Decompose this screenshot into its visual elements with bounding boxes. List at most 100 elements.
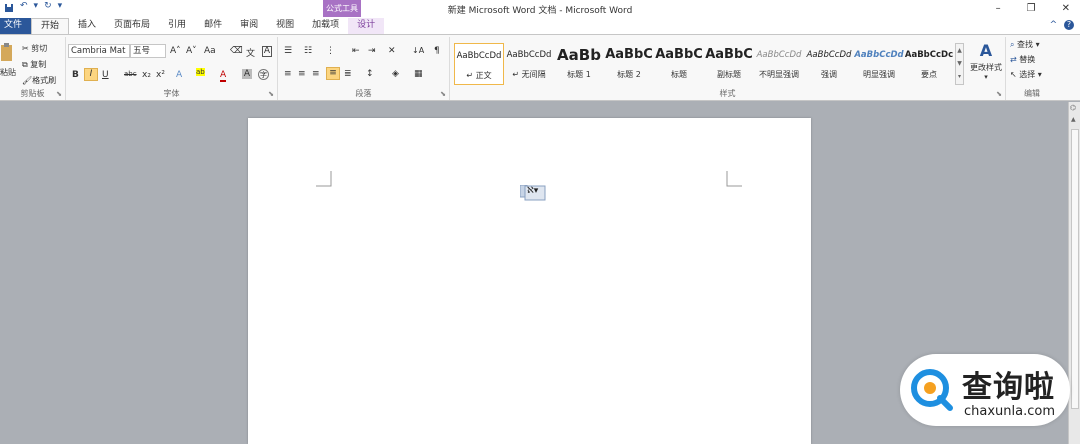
shading-icon[interactable]: ◈ [392,69,399,79]
style-sample: AaBbCcDc [904,50,954,60]
styles-launcher-icon[interactable]: ⬊ [996,90,1002,98]
style-heading-2[interactable]: AaBbC 标题 2 [604,43,654,85]
char-border-icon[interactable]: A [262,46,272,57]
numbering-icon[interactable]: ☷ [304,46,312,56]
decrease-indent-icon[interactable]: ⇤ [352,46,360,56]
restore-button[interactable]: ❐ [1027,3,1036,14]
equation-placeholder[interactable]: ℵ▾ [519,184,546,201]
group-paragraph: ☰ ☷ ⋮ ⇤ ⇥ ✕ ↓A ¶ ≡ ≡ ≡ ≡ ≣ ↕ ◈ ▦ 段落 ⬊ [278,37,450,100]
tab-mailings[interactable]: 邮件 [195,18,231,34]
style-no-spacing[interactable]: AaBbCcDd ↵ 无间隔 [504,43,554,85]
align-left-icon[interactable]: ≡ [284,69,292,79]
paste-icon[interactable] [0,43,14,63]
tab-file[interactable]: 文件 [0,18,31,34]
increase-indent-icon[interactable]: ⇥ [368,46,376,56]
group-styles: AaBbCcDd ↵ 正文 AaBbCcDd ↵ 无间隔 AaBb 标题 1 A… [450,37,1006,100]
grow-font-icon[interactable]: A˄ [170,46,181,56]
sort-icon[interactable]: ↓A [412,46,424,55]
tab-home[interactable]: 开始 [31,18,70,34]
change-styles-button[interactable]: A 更改样式 ▾ [968,41,1004,81]
style-name: 标题 [671,70,687,79]
underline-button[interactable]: U [102,70,109,80]
copy-button[interactable]: ⧉ 复制 [22,59,46,70]
style-emphasis[interactable]: AaBbCcDd 强调 [804,43,854,85]
phonetic-guide-icon[interactable]: 文 [246,46,255,59]
minimize-button[interactable]: – [996,3,1001,14]
paste-button[interactable]: 粘贴 [0,67,16,78]
group-label-paragraph: 段落 [355,89,372,98]
justify-icon[interactable]: ≡ [326,67,340,80]
tab-addins[interactable]: 加载项 [303,18,348,34]
style-sample: AaBbC [605,47,653,62]
group-font: Cambria Mat 五号 A˄ A˅ Aa ⌫ 文 A B I U abc … [66,37,278,100]
styles-gallery-scroll[interactable]: ▲ ▼ ▾ [955,43,964,85]
font-launcher-icon[interactable]: ⬊ [268,90,274,98]
cut-button[interactable]: ✂ 剪切 [22,43,47,54]
align-right-icon[interactable]: ≡ [312,69,320,79]
show-marks-icon[interactable]: ¶ [434,46,440,56]
style-name: 要点 [921,70,937,79]
find-button[interactable]: ⌕ 查找 ▾ [1010,39,1040,50]
italic-button[interactable]: I [84,68,98,81]
group-label-font: 字体 [163,89,180,98]
tab-design[interactable]: 设计 [348,18,385,34]
margin-corner-top-left [316,171,332,187]
bullets-icon[interactable]: ☰ [284,46,292,56]
change-case-icon[interactable]: Aa [204,46,216,56]
style-heading-1[interactable]: AaBb 标题 1 [554,43,604,85]
format-painter-button[interactable]: 🖌格式刷 [22,75,56,86]
close-button[interactable]: ✕ [1062,3,1070,14]
shrink-font-icon[interactable]: A˅ [186,46,197,56]
align-center-icon[interactable]: ≡ [298,69,306,79]
tab-references[interactable]: 引用 [159,18,195,34]
subscript-button[interactable]: x₂ [142,70,151,80]
clear-format-icon[interactable]: ⌫ [230,46,243,56]
multilevel-list-icon[interactable]: ⋮ [326,46,335,56]
tab-review[interactable]: 审阅 [231,18,267,34]
superscript-button[interactable]: x² [156,70,165,80]
ruler-toggle-icon[interactable]: ⌬ [1070,104,1076,112]
tab-page-layout[interactable]: 页面布局 [105,18,159,34]
font-name-combo[interactable]: Cambria Mat [68,44,130,58]
style-sample: AaBbC [655,47,703,62]
font-size-combo[interactable]: 五号 [130,44,166,58]
scroll-up-icon[interactable]: ▲ [1071,116,1076,123]
highlight-icon[interactable]: ab [196,68,205,76]
paragraph-launcher-icon[interactable]: ⬊ [440,90,446,98]
replace-button[interactable]: ⇄ 替换 [1010,54,1035,65]
style-sample: AaBbCcDd [806,50,852,60]
distributed-icon[interactable]: ≣ [344,69,352,79]
style-intense-emphasis[interactable]: AaBbCcDd 明显强调 [854,43,904,85]
search-icon [911,369,953,411]
minimize-ribbon-icon[interactable]: ^ [1050,20,1058,30]
scroll-thumb[interactable] [1071,129,1079,409]
font-color-icon[interactable]: A [220,70,227,82]
style-normal[interactable]: AaBbCcDd ↵ 正文 [454,43,504,85]
window-title: 新建 Microsoft Word 文档 - Microsoft Word [447,6,633,16]
style-subtle-emphasis[interactable]: AaBbCcDd 不明显强调 [754,43,804,85]
help-icon[interactable]: ? [1064,20,1074,30]
style-subtitle[interactable]: AaBbC 副标题 [704,43,754,85]
scissors-icon: ✂ [22,44,29,53]
format-painter-label: 格式刷 [32,76,57,85]
chinese-layout-icon[interactable]: ✕ [388,46,396,56]
style-title[interactable]: AaBbC 标题 [654,43,704,85]
group-clipboard: 粘贴 ✂ 剪切 ⧉ 复制 🖌格式刷 剪贴板 ⬊ [0,37,66,100]
watermark-logo: 查询啦 chaxunla.com [900,354,1070,426]
line-spacing-icon[interactable]: ↕ [366,69,374,79]
cut-label: 剪切 [31,44,48,53]
clipboard-launcher-icon[interactable]: ⬊ [56,90,62,98]
style-name: 不明显强调 [759,70,799,79]
borders-icon[interactable]: ▦ [414,69,423,79]
document-page[interactable] [248,118,811,444]
select-button[interactable]: ↖ 选择 ▾ [1010,69,1042,80]
style-name: 标题 1 [567,70,591,79]
strikethrough-button[interactable]: abc [124,70,137,78]
tab-insert[interactable]: 插入 [69,18,105,34]
text-effects-icon[interactable]: A [176,70,182,80]
char-shading-icon[interactable]: A [242,69,252,79]
bold-button[interactable]: B [72,70,79,80]
style-strong[interactable]: AaBbCcDc 要点 [904,43,954,85]
tab-view[interactable]: 视图 [267,18,303,34]
enclose-char-icon[interactable]: 字 [258,69,269,80]
